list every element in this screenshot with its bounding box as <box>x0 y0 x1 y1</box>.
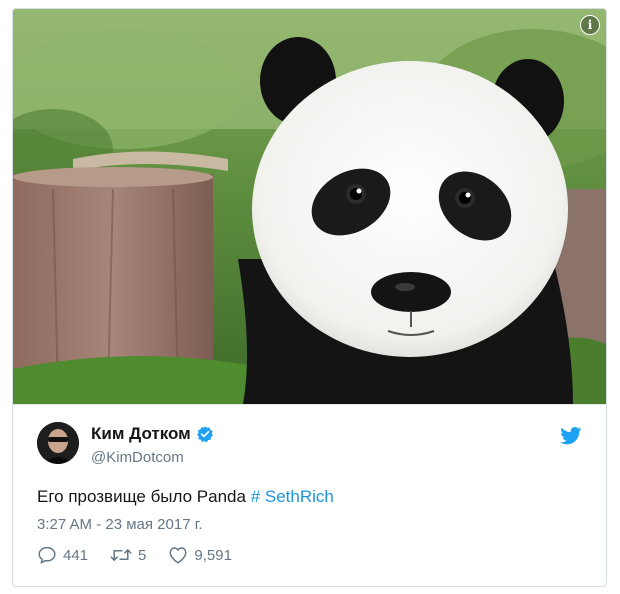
retweet-icon <box>110 549 132 561</box>
retweet-count: 5 <box>138 546 147 564</box>
tweet-card: i Ким Дотком @KimDotcom Его прозвище был… <box>12 8 607 587</box>
reply-button[interactable]: 441 <box>37 546 88 564</box>
tweet-timestamp[interactable]: 3:27 AM - 23 мая 2017 г. <box>37 516 203 533</box>
twitter-bird-icon[interactable] <box>560 427 582 445</box>
avatar-photo <box>37 422 79 464</box>
tweet-body: Его прозвище было Panda <box>37 487 246 506</box>
reply-count: 441 <box>63 546 89 564</box>
divider <box>13 404 606 405</box>
like-count: 9,591 <box>194 546 232 564</box>
avatar[interactable] <box>37 422 79 464</box>
reply-icon <box>38 546 56 564</box>
hashtag-link[interactable]: # SethRich <box>251 487 334 506</box>
author-name-row[interactable]: Ким Дотком <box>91 424 214 444</box>
panda-photo <box>13 9 606 404</box>
author-handle[interactable]: @KimDotcom <box>91 449 184 466</box>
tweet-actions: 441 5 9,591 <box>37 546 254 564</box>
info-icon[interactable]: i <box>580 15 600 35</box>
retweet-button[interactable]: 5 <box>110 546 146 564</box>
tweet-text: Его прозвище было Panda # SethRich <box>37 487 334 507</box>
verified-badge-icon <box>196 426 213 443</box>
like-button[interactable]: 9,591 <box>168 546 232 564</box>
heart-icon <box>169 547 187 564</box>
tweet-media[interactable]: i <box>13 9 606 404</box>
author-name[interactable]: Ким Дотком <box>91 424 191 444</box>
